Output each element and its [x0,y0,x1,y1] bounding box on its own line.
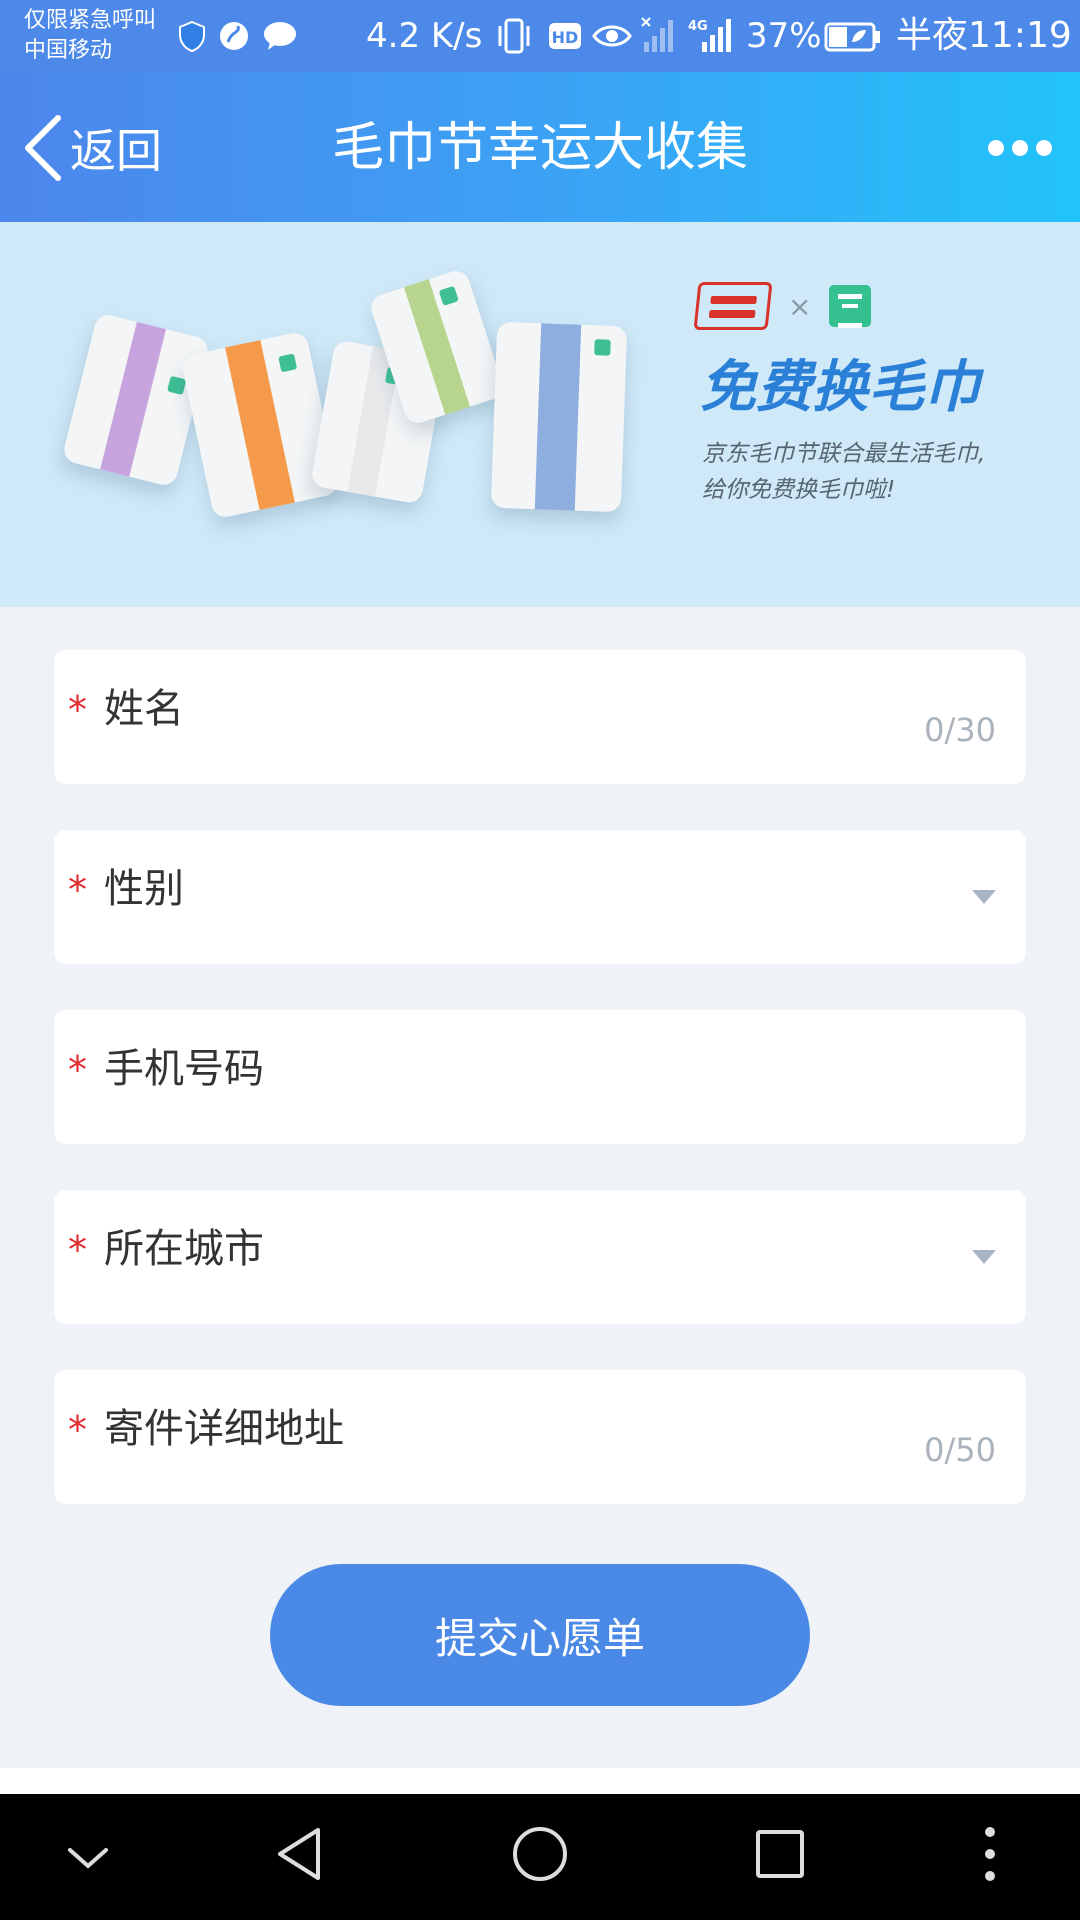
carrier-line-1: 仅限紧急呼叫 [24,8,157,33]
carrier-line-2: 中国移动 [24,38,113,63]
banner-headline: 免费换毛巾 [700,355,980,420]
towel-image [180,330,340,520]
signal-no-service-icon [641,17,673,52]
app-notification-icon [220,22,248,50]
svg-text:HD: HD [552,28,579,47]
status-bar: 仅限紧急呼叫 中国移动 4.2 K/s HD 4G 37% 半夜11:19 [0,0,1080,72]
more-vertical-icon[interactable] [976,1822,1004,1886]
network-speed: 4.2 K/s [366,16,483,56]
more-options-button[interactable] [984,128,1054,168]
field-label: 姓名 [104,686,184,732]
dropdown-arrow-icon [972,890,996,904]
phone-field[interactable]: * 手机号码 [54,1010,1026,1144]
required-mark: * [68,1408,87,1452]
hd-icon: HD [549,23,581,49]
towel-image [490,321,628,513]
required-mark: * [68,868,87,912]
battery-icon [824,22,880,52]
required-mark: * [68,1228,87,1272]
nav-bar: 返回 毛巾节幸运大收集 [0,72,1080,222]
dropdown-arrow-icon [972,1250,996,1264]
hide-nav-chevron-icon[interactable] [64,1840,112,1876]
field-label: 手机号码 [104,1046,264,1092]
more-dot-icon [988,140,1004,156]
back-triangle-icon[interactable] [272,1824,328,1884]
field-label: 性别 [104,866,184,912]
page-title: 毛巾节幸运大收集 [331,118,748,178]
brand-logos: × [693,282,872,330]
system-navigation-bar [0,1794,1080,1920]
submit-wishlist-button[interactable]: 提交心愿单 [270,1564,810,1706]
name-field[interactable]: * 姓名 0/30 [54,650,1026,784]
gender-select[interactable]: * 性别 [54,830,1026,964]
collab-cross-icon: × [788,289,812,323]
banner-desc-line-1: 京东毛巾节联合最生活毛巾, [702,441,986,467]
zuishenghuo-logo [829,285,872,328]
carrier-info: 仅限紧急呼叫 中国移动 [24,6,156,66]
message-icon [264,22,296,50]
home-circle-icon[interactable] [510,1824,570,1884]
eye-comfort-icon [592,25,632,47]
more-dot-icon [1036,140,1052,156]
battery-percent: 37% [746,16,822,56]
promo-banner: × 免费换毛巾 京东毛巾节联合最生活毛巾, 给你免费换毛巾啦! [0,222,1080,607]
shield-icon [179,20,205,52]
more-dot-icon [1012,140,1028,156]
vibrate-icon [498,18,530,54]
field-label: 寄件详细地址 [104,1406,344,1452]
recents-square-icon[interactable] [754,1826,806,1882]
banner-description: 京东毛巾节联合最生活毛巾, 给你免费换毛巾啦! [702,436,985,508]
jd-towel-festival-logo [693,282,773,330]
svg-text:4G: 4G [688,19,708,34]
char-counter: 0/30 [924,711,996,749]
towel-image [61,312,211,488]
address-field[interactable]: * 寄件详细地址 0/50 [54,1370,1026,1504]
field-label: 所在城市 [104,1226,264,1272]
banner-desc-line-2: 给你免费换毛巾啦! [702,477,896,503]
char-counter: 0/50 [924,1431,996,1469]
required-mark: * [68,688,87,732]
required-mark: * [68,1048,87,1092]
signal-4g-icon: 4G [688,19,731,52]
page-bottom-strip [0,1768,1080,1794]
clock: 半夜11:19 [896,15,1072,56]
city-select[interactable]: * 所在城市 [54,1190,1026,1324]
